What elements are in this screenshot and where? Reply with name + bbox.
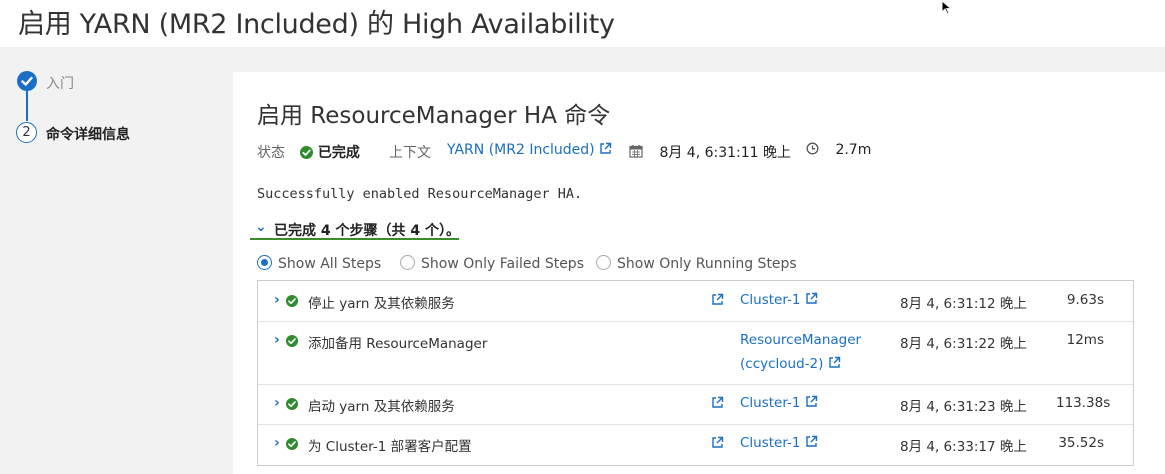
result-message: Successfully enabled ResourceManager HA.	[257, 186, 583, 202]
status-meta: 状态	[257, 142, 285, 162]
step-duration: 113.38s	[1056, 395, 1111, 411]
step-time: 8月 4, 6:31:23 晚上	[900, 399, 1027, 415]
external-link-icon[interactable]	[805, 435, 818, 448]
table-row: › 启动 yarn 及其依赖服务 Cluster-1 8月 4, 6:31:23…	[258, 384, 1133, 425]
external-link-icon[interactable]	[711, 436, 724, 449]
status-value: 已完成	[317, 145, 360, 161]
success-check-icon	[286, 438, 298, 450]
filter-all-steps[interactable]: Show All Steps	[257, 255, 381, 272]
wizard-step-connector	[26, 91, 28, 121]
step-context-text[interactable]: Cluster-1	[740, 435, 801, 451]
start-timestamp: 8月 4, 6:31:11 晚上	[659, 145, 792, 161]
status-value-group: 已完成	[300, 142, 360, 162]
external-link-icon[interactable]	[805, 395, 818, 408]
external-link-icon[interactable]	[711, 396, 724, 409]
radio-unselected-icon[interactable]	[596, 255, 611, 270]
page-title: 启用 YARN (MR2 Included) 的 High Availabili…	[18, 9, 615, 40]
step-context-link-host[interactable]: (ccycloud-2)	[740, 356, 841, 372]
calendar-icon	[629, 145, 643, 158]
step-name: 添加备用 ResourceManager	[308, 336, 488, 352]
summary-underline	[250, 238, 459, 240]
filter-all-label[interactable]: Show All Steps	[278, 256, 381, 272]
radio-selected-icon[interactable]	[257, 255, 272, 270]
step-duration: 35.52s	[1058, 435, 1104, 451]
step-name: 启动 yarn 及其依赖服务	[308, 399, 455, 415]
step-duration: 12ms	[1066, 332, 1104, 348]
wizard-step-getting-started[interactable]: 入门	[46, 73, 74, 93]
duration-value: 2.7m	[835, 142, 872, 158]
external-link-icon[interactable]	[711, 293, 724, 306]
success-check-icon	[286, 295, 298, 307]
step-time: 8月 4, 6:31:22 晚上	[900, 336, 1027, 352]
context-meta: 上下文	[389, 142, 431, 162]
context-link-text[interactable]: YARN (MR2 Included)	[447, 142, 595, 158]
steps-summary-toggle[interactable]: ⌄ 已完成 4 个步骤（共 4 个）。	[255, 219, 460, 240]
context-link[interactable]: YARN (MR2 Included)	[447, 142, 612, 158]
chevron-right-icon[interactable]: ›	[274, 435, 280, 451]
steps-summary-text: 已完成 4 个步骤（共 4 个）。	[274, 223, 460, 239]
main-panel: 启用 ResourceManager HA 命令 状态 已完成 上下文 YARN…	[233, 72, 1165, 474]
step-duration: 9.63s	[1066, 292, 1104, 308]
external-link-icon[interactable]	[828, 356, 841, 369]
step-context-link[interactable]: Cluster-1	[740, 292, 818, 308]
radio-unselected-icon[interactable]	[400, 255, 415, 270]
table-row: › 为 Cluster-1 部署客户配置 Cluster-1 8月 4, 6:3…	[258, 424, 1133, 464]
wizard-sidebar: 入门 2 命令详细信息	[0, 47, 233, 474]
success-check-icon	[286, 398, 298, 410]
step-context-host-text[interactable]: (ccycloud-2)	[740, 356, 823, 372]
success-check-icon	[286, 335, 298, 347]
step-context-text[interactable]: Cluster-1	[740, 292, 801, 308]
chevron-right-icon[interactable]: ›	[274, 395, 280, 411]
chevron-right-icon[interactable]: ›	[274, 332, 280, 348]
step-context-link[interactable]: Cluster-1	[740, 435, 818, 451]
step-context-link[interactable]: ResourceManager	[740, 332, 861, 348]
table-row: › 停止 yarn 及其依赖服务 Cluster-1 8月 4, 6:31:12…	[258, 281, 1133, 322]
filter-running-steps[interactable]: Show Only Running Steps	[596, 255, 797, 272]
success-check-icon	[300, 146, 313, 159]
chevron-down-icon[interactable]: ⌄	[255, 219, 267, 235]
step-time: 8月 4, 6:33:17 晚上	[900, 439, 1027, 455]
filter-failed-label[interactable]: Show Only Failed Steps	[421, 256, 584, 272]
step-complete-check-icon[interactable]	[17, 71, 37, 91]
status-label: 状态	[257, 145, 285, 161]
steps-table: › 停止 yarn 及其依赖服务 Cluster-1 8月 4, 6:31:12…	[257, 280, 1134, 466]
external-link-icon[interactable]	[599, 142, 612, 155]
step-name: 为 Cluster-1 部署客户配置	[308, 439, 472, 455]
step-context-link[interactable]: Cluster-1	[740, 395, 818, 411]
duration-meta: 2.7m	[806, 142, 871, 158]
step-context-text[interactable]: Cluster-1	[740, 395, 801, 411]
external-link-icon[interactable]	[805, 292, 818, 305]
wizard-step-number-badge: 2	[16, 122, 37, 143]
filter-failed-steps[interactable]: Show Only Failed Steps	[400, 255, 584, 272]
mouse-cursor-icon	[941, 0, 953, 15]
clock-icon	[806, 142, 819, 155]
chevron-right-icon[interactable]: ›	[274, 292, 280, 308]
step-time: 8月 4, 6:31:12 晚上	[900, 296, 1027, 312]
command-title: 启用 ResourceManager HA 命令	[257, 103, 611, 129]
filter-running-label[interactable]: Show Only Running Steps	[617, 256, 797, 272]
context-label: 上下文	[389, 145, 431, 161]
table-row: › 添加备用 ResourceManager ResourceManager (…	[258, 321, 1133, 385]
step-name: 停止 yarn 及其依赖服务	[308, 296, 455, 312]
timestamp-meta: 8月 4, 6:31:11 晚上	[629, 142, 791, 162]
wizard-step-command-details: 命令详细信息	[46, 127, 130, 143]
